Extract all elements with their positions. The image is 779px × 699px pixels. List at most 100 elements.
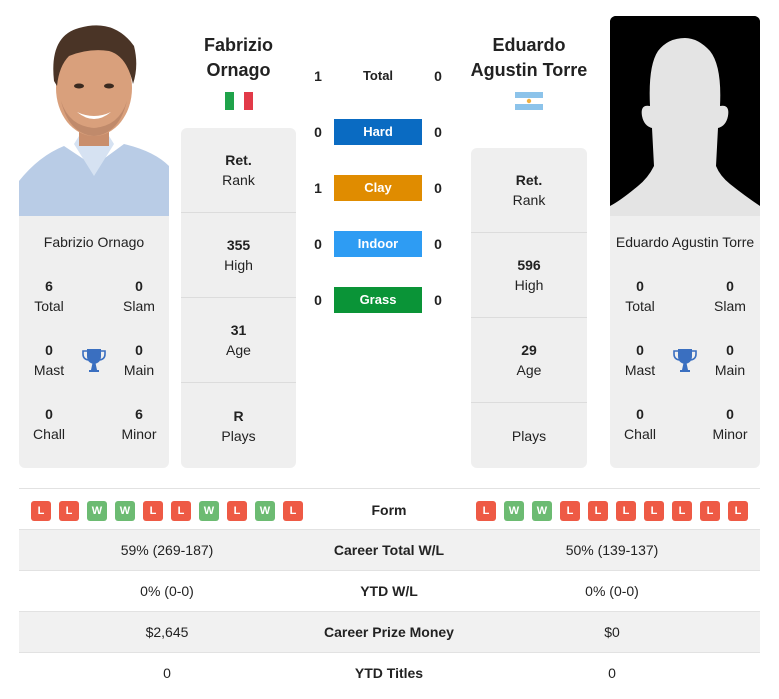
value: 0	[45, 342, 53, 358]
player2-titles-card: Eduardo Agustin Torre 0 Total 0 Slam 0 M…	[610, 216, 760, 468]
player2-plays-label: Plays	[511, 427, 547, 444]
silhouette-placeholder-icon	[610, 16, 760, 216]
player2-form-badge-loss[interactable]: L	[588, 501, 608, 521]
value: 0	[726, 342, 734, 358]
player2-form-badge-loss[interactable]: L	[644, 501, 664, 521]
player2-full-name[interactable]: Eduardo Agustin Torre	[610, 234, 760, 250]
player1-titles-chall: 0 Chall	[19, 404, 79, 444]
player1-titles-card: Fabrizio Ornago 6 Total 0 Slam 0 Mast 0 …	[19, 216, 169, 468]
player2-last-name: Agustin Torre	[470, 60, 588, 80]
player1-titles-mast: 0 Mast	[19, 340, 79, 380]
player2-rank-label: Rank	[512, 192, 546, 208]
surface-badge-clay[interactable]: Clay	[334, 175, 422, 201]
player2-form-badge-loss[interactable]: L	[616, 501, 636, 521]
player1-first-name: Fabrizio	[203, 35, 273, 55]
player1-form-badge-win[interactable]: W	[199, 501, 219, 521]
player2-form-badge-win[interactable]: W	[532, 501, 552, 521]
player2-titles-main: 0 Main	[700, 340, 760, 380]
player1-form-badge-loss[interactable]: L	[283, 501, 303, 521]
player1-high: 355 High	[181, 213, 296, 298]
player2-ytd-titles: 0	[608, 665, 616, 681]
h2h-indoor-p2: 0	[434, 236, 442, 252]
player2-career-wl: 50% (139-137)	[565, 542, 659, 558]
player1-portrait-image	[19, 16, 169, 216]
player2-titles-mast: 0 Mast	[610, 340, 670, 380]
value: 6	[45, 278, 53, 294]
argentina-flag-icon	[515, 92, 543, 110]
h2h-hard-p2: 0	[434, 124, 442, 140]
value: 0	[636, 342, 644, 358]
player1-plays: R Plays	[181, 383, 296, 468]
trophy-icon	[673, 347, 697, 373]
player2-photo[interactable]	[610, 16, 760, 216]
h2h-surface-row-indoor: 0 Indoor 0	[305, 231, 455, 257]
label: Slam	[714, 298, 746, 314]
player2-form-badge-loss[interactable]: L	[700, 501, 720, 521]
stat-label-prize-money: Career Prize Money	[324, 624, 454, 640]
player1-titles-minor: 6 Minor	[109, 404, 169, 444]
player1-form-badge-loss[interactable]: L	[227, 501, 247, 521]
player1-form-badge-loss[interactable]: L	[59, 501, 79, 521]
player2-ytd-wl: 0% (0-0)	[585, 583, 639, 599]
stat-label-ytd-titles: YTD Titles	[354, 665, 424, 681]
label: Slam	[123, 298, 155, 314]
player1-plays-value: R	[233, 407, 244, 424]
player2-age-value: 29	[521, 342, 537, 358]
label: Total	[625, 298, 655, 314]
value: 6	[135, 406, 143, 422]
player1-form-badge-loss[interactable]: L	[143, 501, 163, 521]
value: 0	[726, 406, 734, 422]
player1-full-name[interactable]: Fabrizio Ornago	[19, 234, 169, 250]
value: 0	[636, 406, 644, 422]
player1-form-badge-win[interactable]: W	[255, 501, 275, 521]
player2-form-badge-loss[interactable]: L	[476, 501, 496, 521]
player1-last-name: Ornago	[206, 60, 271, 80]
player2-form-badge-win[interactable]: W	[504, 501, 524, 521]
h2h-total-label: Total	[362, 68, 394, 83]
label: Mast	[33, 362, 65, 378]
player1-form-badge-loss[interactable]: L	[171, 501, 191, 521]
player2-high-value: 596	[517, 257, 541, 273]
player1-form-badge-loss[interactable]: L	[31, 501, 51, 521]
h2h-total-row: 1 Total 0	[305, 63, 455, 89]
player1-name-heading[interactable]: Fabrizio Ornago	[181, 33, 296, 83]
value: 0	[45, 406, 53, 422]
label: Chall	[624, 426, 656, 442]
label: Main	[123, 362, 155, 378]
player1-form-badge-win[interactable]: W	[87, 501, 107, 521]
player1-rank-card: Ret. Rank 355 High 31 Age R Plays	[181, 128, 296, 468]
h2h-clay-p2: 0	[434, 180, 442, 196]
player2-titles-minor: 0 Minor	[700, 404, 760, 444]
player2-name-heading[interactable]: Eduardo Agustin Torre	[455, 33, 603, 83]
h2h-surface-row-clay: 1 Clay 0	[305, 175, 455, 201]
player1-plays-label: Plays	[221, 427, 256, 444]
value: 0	[726, 278, 734, 294]
h2h-surface-row-grass: 0 Grass 0	[305, 287, 455, 313]
player1-career-wl: 59% (269-187)	[120, 542, 214, 558]
player2-rank-value: Ret.	[515, 172, 543, 188]
player1-photo[interactable]	[19, 16, 169, 216]
player2-form-badge-loss[interactable]: L	[672, 501, 692, 521]
player1-prize-money: $2,645	[145, 624, 189, 640]
player2-form-badge-loss[interactable]: L	[560, 501, 580, 521]
player2-rank: Ret. Rank	[471, 148, 587, 233]
player1-form-badge-win[interactable]: W	[115, 501, 135, 521]
player1-high-label: High	[224, 257, 253, 273]
player2-titles-chall: 0 Chall	[610, 404, 670, 444]
player1-titles-main: 0 Main	[109, 340, 169, 380]
h2h-grass-p2: 0	[434, 292, 442, 308]
surface-badge-indoor[interactable]: Indoor	[334, 231, 422, 257]
form-label: Form	[371, 502, 407, 518]
h2h-total-p1: 1	[314, 68, 322, 84]
trophy-icon	[82, 347, 106, 373]
surface-badge-hard[interactable]: Hard	[334, 119, 422, 145]
label: Main	[714, 362, 746, 378]
player2-form-badge-loss[interactable]: L	[728, 501, 748, 521]
player1-titles-slam: 0 Slam	[109, 276, 169, 316]
player1-age-label: Age	[226, 342, 251, 358]
stat-row-ytd-wl: 0% (0-0) YTD W/L 0% (0-0)	[19, 571, 760, 612]
stat-row-career-wl: 59% (269-187) Career Total W/L 50% (139-…	[19, 530, 760, 571]
h2h-hard-p1: 0	[314, 124, 322, 140]
player2-first-name: Eduardo	[492, 35, 566, 55]
surface-badge-grass[interactable]: Grass	[334, 287, 422, 313]
